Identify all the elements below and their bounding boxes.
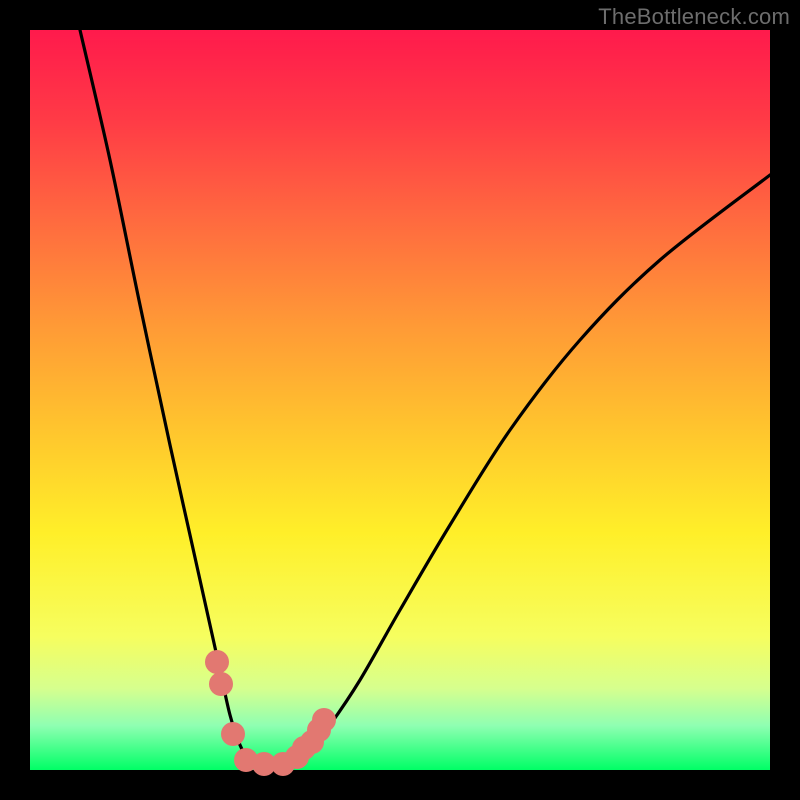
plot-area (30, 30, 770, 770)
curve-svg (30, 30, 770, 770)
highlight-dots (205, 650, 336, 776)
highlight-dot (221, 722, 245, 746)
highlight-dot (209, 672, 233, 696)
watermark-text: TheBottleneck.com (598, 4, 790, 30)
highlight-dot (312, 708, 336, 732)
chart-frame: TheBottleneck.com (0, 0, 800, 800)
bottleneck-curve (80, 30, 770, 767)
highlight-dot (205, 650, 229, 674)
